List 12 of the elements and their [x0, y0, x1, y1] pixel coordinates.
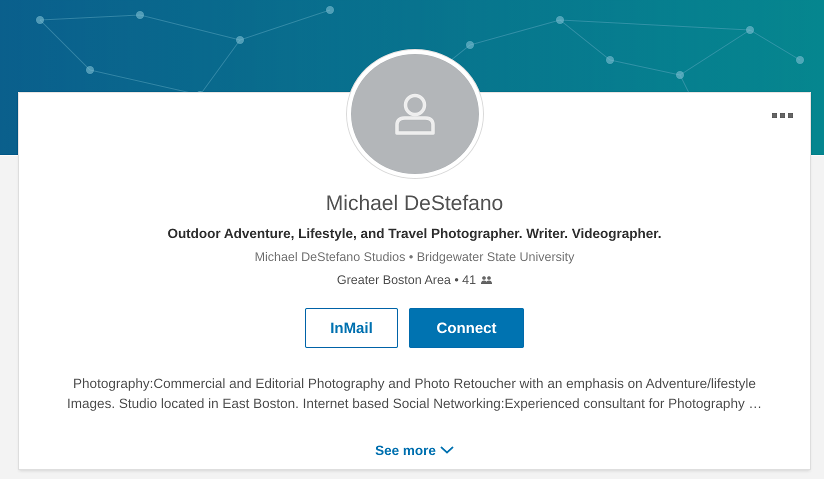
- profile-name: Michael DeStefano: [326, 192, 504, 216]
- profile-headline: Outdoor Adventure, Lifestyle, and Travel Photographer. Writer. Videographer.: [167, 226, 662, 242]
- chevron-down-icon: [440, 446, 454, 454]
- connections-icon: [481, 276, 492, 284]
- summary-text: Photography:Commercial and Editorial Photography and Photo Retoucher with an emphasis on Adventure/lifestyle Images. Studio located in East Boston. Internet based Social Networking:Experienced consultant for Photography …: [66, 375, 763, 414]
- affiliations-text: Michael DeStefano Studios • Bridgewater State University: [254, 250, 574, 264]
- more-icon[interactable]: [772, 113, 794, 119]
- person-icon: [394, 93, 434, 136]
- see-more-link[interactable]: See more: [375, 431, 454, 469]
- connect-button[interactable]: Connect: [409, 308, 524, 348]
- location-text: Greater Boston Area • 41: [336, 273, 476, 288]
- message-button[interactable]: InMail: [305, 308, 398, 348]
